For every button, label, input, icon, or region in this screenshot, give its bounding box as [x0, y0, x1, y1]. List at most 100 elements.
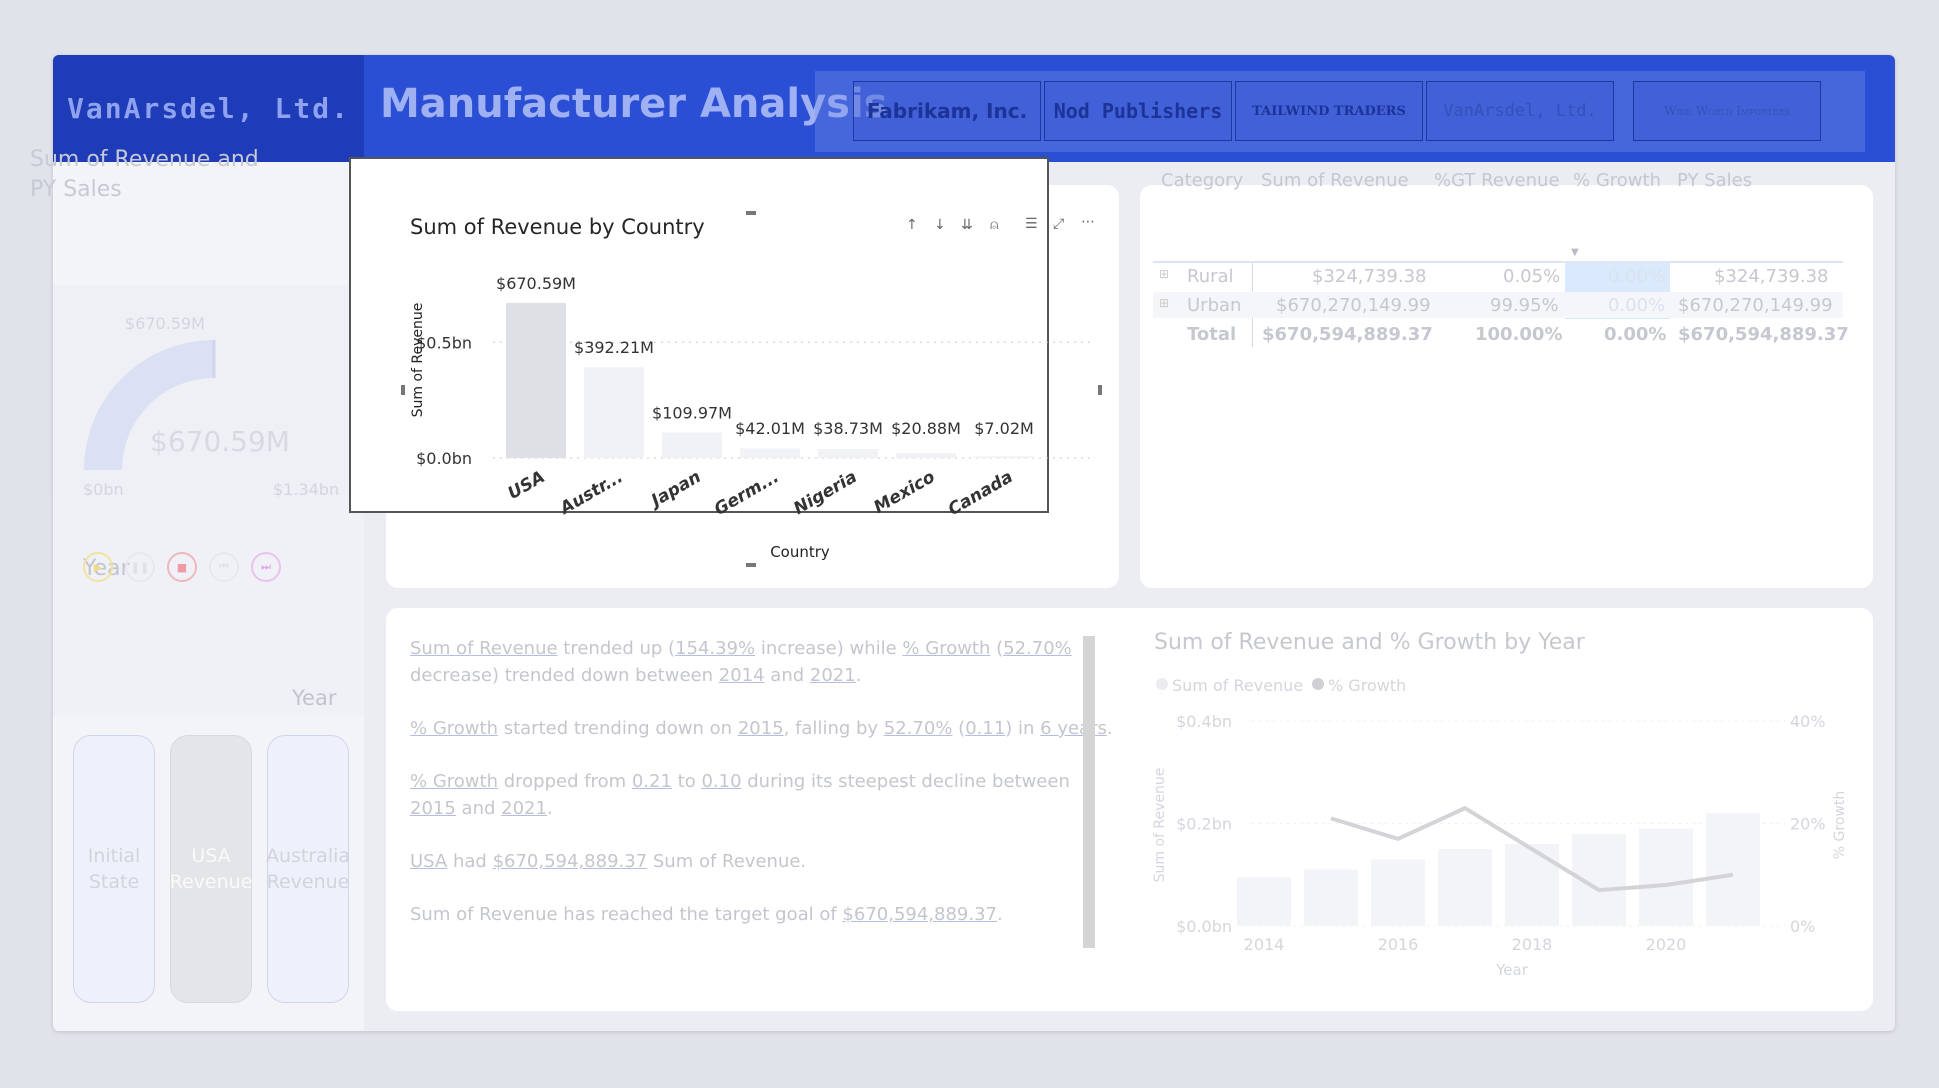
row-urban-gt: 99.95% — [1490, 295, 1559, 316]
gauge-min-label: $0bn — [83, 480, 124, 499]
data-label: $109.97M — [652, 404, 732, 423]
bar[interactable] — [974, 456, 1034, 458]
y-axis-title: Sum of Revenue — [1152, 768, 1168, 883]
play-axis-label: Year — [292, 686, 337, 710]
x-tick-label: Canada — [945, 467, 1017, 520]
narrative-value[interactable]: 0.10 — [701, 771, 741, 792]
narrative-text: Sum of Revenue. — [647, 851, 807, 872]
expand-icon[interactable]: ⊞ — [1159, 296, 1169, 310]
bookmark-australia-revenue[interactable]: Australia Revenue — [266, 735, 350, 1003]
y-axis-title: Sum of Revenue — [410, 303, 426, 418]
y2-tick-label: 40% — [1790, 712, 1826, 731]
gauge-chart[interactable] — [53, 300, 364, 500]
narrative-value[interactable]: $670,594,889.37 — [842, 904, 997, 925]
x-tick-label: 2020 — [1646, 935, 1687, 954]
narrative-value[interactable]: % Growth — [410, 718, 498, 739]
narrative-text: dropped from — [497, 771, 632, 792]
narrative-text: started trending down on — [497, 718, 738, 739]
narrative-value[interactable]: 52.70% — [1003, 638, 1072, 659]
x-axis-title: Year — [1495, 961, 1529, 979]
gauge-value: $670.59M — [150, 425, 290, 458]
narrative-value[interactable]: 2014 — [719, 665, 765, 686]
expand-icon[interactable]: ⊞ — [1159, 267, 1169, 281]
narrative-value[interactable]: 2015 — [410, 798, 456, 819]
legend-swatch-revenue — [1156, 678, 1168, 690]
bar[interactable] — [584, 367, 644, 458]
bar[interactable] — [818, 449, 878, 458]
x-tick-label: Japan — [646, 467, 705, 513]
bar[interactable] — [506, 302, 566, 458]
narrative-scrollbar[interactable] — [1083, 636, 1095, 948]
y-tick-label: $0.0bn — [1176, 917, 1232, 936]
narrative-text: ) in — [1005, 718, 1041, 739]
narrative-value[interactable]: % Growth — [902, 638, 990, 659]
bookmark-initial-state[interactable]: Initial State — [73, 735, 155, 1003]
revenue-bar[interactable] — [1304, 869, 1358, 926]
x-tick-label: Austr... — [555, 467, 626, 520]
narrative-value[interactable]: USA — [410, 851, 447, 872]
narrative-value[interactable]: Sum of Revenue — [410, 638, 558, 659]
bar[interactable] — [740, 448, 800, 458]
narrative-p3: % Growth dropped from 0.21 to 0.10 durin… — [410, 768, 1120, 822]
narrative-value[interactable]: 0.21 — [632, 771, 672, 792]
row-urban-revenue: $670,270,149.99 — [1276, 295, 1431, 316]
column-header-py[interactable]: PY Sales — [1677, 170, 1752, 191]
column-header-revenue[interactable]: Sum of Revenue — [1261, 170, 1409, 191]
revenue-bar[interactable] — [1505, 844, 1559, 926]
column-header-growth[interactable]: % Growth — [1573, 170, 1661, 191]
narrative-value[interactable]: % Growth — [410, 771, 498, 792]
year-slicer-background — [53, 495, 364, 715]
narrative-text: . — [1106, 718, 1113, 739]
pause-icon[interactable]: ❚❚ — [125, 552, 155, 582]
manufacturer-button-nod[interactable]: Nod Publishers — [1044, 81, 1232, 141]
data-label: $42.01M — [735, 419, 805, 438]
bar[interactable] — [896, 453, 956, 458]
narrative-text: Sum of Revenue has reached the target go… — [410, 904, 843, 925]
y2-axis-title: % Growth — [1832, 791, 1848, 859]
row-rural-py: $324,739.38 — [1714, 266, 1829, 287]
bar-chart[interactable]: $0.0bn$0.5bn$670.59MUSA$392.21MAustr...$… — [403, 212, 1100, 565]
gauge-title: Sum of Revenue and PY Sales — [30, 147, 259, 202]
header-divider — [1153, 261, 1843, 263]
revenue-bar[interactable] — [1237, 877, 1291, 926]
combo-chart[interactable]: $0.0bn $0.2bn $0.4bn 0% 20% 40% 2014 2016 2018 20… — [1150, 700, 1850, 990]
step-forward-icon[interactable]: ⏭ — [251, 552, 281, 582]
x-tick-label: Nigeria — [790, 467, 860, 519]
narrative-value[interactable]: 2021 — [810, 665, 856, 686]
revenue-bar[interactable] — [1438, 849, 1492, 926]
narrative-value[interactable]: 6 years — [1040, 718, 1107, 739]
revenue-bar[interactable] — [1371, 859, 1425, 926]
manufacturer-button-fabrikam[interactable]: Fabrikam, Inc. — [853, 81, 1041, 141]
row-rural-category: Rural — [1187, 266, 1234, 287]
y-tick-label: $0.0bn — [416, 449, 472, 468]
legend-label-growth[interactable]: % Growth — [1328, 676, 1406, 695]
x-tick-label: 2016 — [1378, 935, 1419, 954]
data-label: $392.21M — [574, 338, 654, 357]
legend-swatch-growth — [1312, 678, 1324, 690]
column-header-category[interactable]: Category — [1161, 170, 1243, 191]
row-urban-py: $670,270,149.99 — [1678, 295, 1833, 316]
bar[interactable] — [662, 432, 722, 458]
narrative-value[interactable]: 2021 — [501, 798, 547, 819]
step-back-icon[interactable]: ⏮ — [209, 552, 239, 582]
column-header-gt[interactable]: %GT Revenue — [1434, 170, 1560, 191]
narrative-text: and — [764, 665, 810, 686]
manufacturer-button-wideworld[interactable]: Wide World Importers — [1633, 81, 1821, 141]
revenue-bar[interactable] — [1706, 813, 1760, 926]
legend-label-revenue[interactable]: Sum of Revenue — [1172, 676, 1303, 695]
bookmark-usa-revenue[interactable]: USA Revenue — [170, 735, 252, 1003]
narrative-value[interactable]: $670,594,889.37 — [493, 851, 648, 872]
manufacturer-button-vanarsdel[interactable]: VanArsdel, Ltd. — [1426, 81, 1614, 141]
narrative-p5: Sum of Revenue has reached the target go… — [410, 901, 1120, 928]
narrative-value[interactable]: 2015 — [738, 718, 784, 739]
stop-icon[interactable]: ■ — [167, 552, 197, 582]
smart-narrative: Sum of Revenue trended up (154.39% incre… — [410, 635, 1120, 954]
x-tick-label: USA — [505, 467, 549, 504]
combo-chart-title: Sum of Revenue and % Growth by Year — [1154, 630, 1585, 655]
narrative-value[interactable]: 0.11 — [965, 718, 1005, 739]
revenue-bar[interactable] — [1639, 828, 1693, 926]
play-icon[interactable]: ▶ — [83, 552, 113, 582]
narrative-value[interactable]: 52.70% — [884, 718, 953, 739]
manufacturer-button-tailwind[interactable]: TAILWIND TRADERS — [1235, 81, 1423, 141]
narrative-value[interactable]: 154.39% — [675, 638, 755, 659]
